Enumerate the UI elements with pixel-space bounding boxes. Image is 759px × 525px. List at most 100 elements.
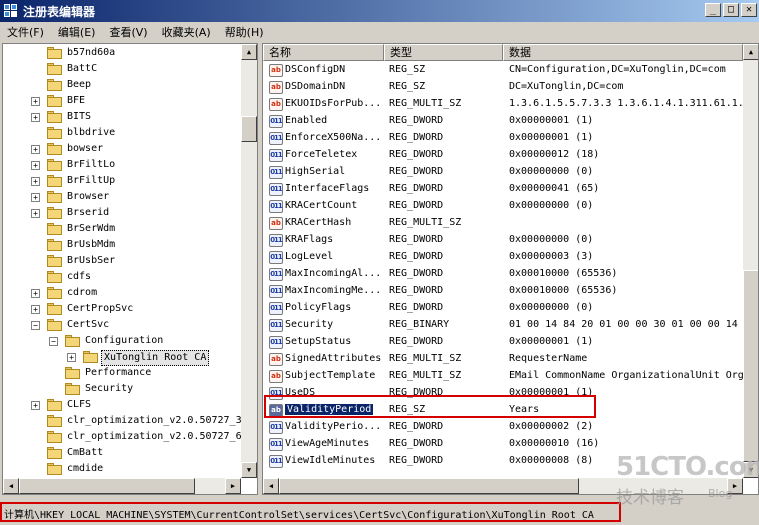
tree-scroll-down-button[interactable]: ▼	[241, 462, 257, 478]
value-row[interactable]: ab ValidityPeriod REG_SZ Years	[263, 402, 743, 419]
tree-horizontal-scrollbar[interactable]: ◀ ▶	[3, 478, 241, 494]
value-row[interactable]: 011 ViewAgeMinutes REG_DWORD 0x00000010 (16…	[263, 436, 743, 453]
tree-node[interactable]: BrSerWdm	[3, 221, 241, 237]
values-vertical-scrollbar[interactable]: ▲ ▼	[743, 44, 758, 478]
expand-icon[interactable]: +	[31, 209, 40, 218]
tree-node[interactable]: + Brserid	[3, 205, 241, 221]
value-row[interactable]: 011 KRACertCount REG_DWORD 0x00000000 (0)	[263, 198, 743, 215]
value-row[interactable]: 011 ValidityPerio... REG_DWORD 0x00000002 (…	[263, 419, 743, 436]
value-row[interactable]: ab DSConfigDN REG_SZ CN=Configuration,DC=Xu…	[263, 62, 743, 79]
tree-node[interactable]: BrUsbMdm	[3, 237, 241, 253]
maximize-button[interactable]: □	[723, 3, 739, 17]
tree-scroll-right-button[interactable]: ▶	[225, 478, 241, 494]
value-row[interactable]: 011 KRAFlags REG_DWORD 0x00000000 (0)	[263, 232, 743, 249]
expand-icon[interactable]: +	[31, 401, 40, 410]
value-row[interactable]: 011 UseDS REG_DWORD 0x00000001 (1)	[263, 385, 743, 402]
tree-node[interactable]: Performance	[3, 365, 241, 381]
value-row[interactable]: 011 MaxIncomingAl... REG_DWORD 0x00010000 (…	[263, 266, 743, 283]
collapse-icon[interactable]: −	[49, 337, 58, 346]
expand-icon[interactable]: +	[31, 145, 40, 154]
tree-vertical-scrollbar[interactable]: ▲ ▼	[241, 44, 257, 478]
tree-node[interactable]: + XuTonglin Root CA	[3, 349, 241, 366]
minimize-button[interactable]: _	[705, 3, 721, 17]
tree-node[interactable]: + CLFS	[3, 397, 241, 413]
tree-node[interactable]: blbdrive	[3, 125, 241, 141]
binary-value-icon: 011	[269, 200, 283, 213]
value-row[interactable]: 011 HighSerial REG_DWORD 0x00000000 (0)	[263, 164, 743, 181]
value-row[interactable]: ab EKUOIDsForPub... REG_MULTI_SZ 1.3.6.1.5.…	[263, 96, 743, 113]
registry-tree-pane[interactable]: b57nd60a BattC Beep + BFE + BITS blbdrive + bowse…	[2, 43, 258, 495]
tree-node[interactable]: + BITS	[3, 109, 241, 125]
value-row[interactable]: ab SignedAttributes REG_MULTI_SZ RequesterN…	[263, 351, 743, 368]
tree-hscroll-thumb[interactable]	[19, 478, 195, 494]
expand-icon[interactable]: +	[31, 177, 40, 186]
menu-favorites[interactable]: 收藏夹(A)	[155, 24, 218, 40]
expand-icon[interactable]: +	[31, 289, 40, 298]
column-header-type[interactable]: 类型	[384, 44, 503, 61]
value-row[interactable]: 011 Enabled REG_DWORD 0x00000001 (1)	[263, 113, 743, 130]
value-name-cell: UseDS	[285, 385, 385, 402]
tree-scroll-thumb[interactable]	[241, 116, 257, 142]
value-row[interactable]: ab SubjectTemplate REG_MULTI_SZ EMail Commo…	[263, 368, 743, 385]
value-row[interactable]: 011 SetupStatus REG_DWORD 0x00000001 (1)	[263, 334, 743, 351]
tree-node[interactable]: Beep	[3, 77, 241, 93]
tree-node[interactable]: + Browser	[3, 189, 241, 205]
value-row[interactable]: 011 ForceTeletex REG_DWORD 0x00000012 (18)	[263, 147, 743, 164]
column-header-data[interactable]: 数据	[503, 44, 743, 61]
expand-icon[interactable]: +	[31, 193, 40, 202]
tree-node[interactable]: BattC	[3, 61, 241, 77]
close-button[interactable]: ✕	[741, 3, 757, 17]
folder-icon	[47, 63, 63, 75]
tree-node[interactable]: + BFE	[3, 93, 241, 109]
value-row[interactable]: 011 MaxIncomingMe... REG_DWORD 0x00010000 (…	[263, 283, 743, 300]
value-data: EMail CommonName OrganizationalUnit Org.…	[509, 370, 743, 381]
values-scroll-left-button[interactable]: ◀	[263, 478, 279, 494]
value-row[interactable]: ab KRACertHash REG_MULTI_SZ	[263, 215, 743, 232]
menu-edit[interactable]: 编辑(E)	[51, 24, 103, 40]
menu-view[interactable]: 查看(V)	[102, 24, 154, 40]
tree-node[interactable]: + BrFiltUp	[3, 173, 241, 189]
string-value-icon: ab	[269, 81, 283, 94]
expand-icon[interactable]: +	[31, 113, 40, 122]
expand-icon[interactable]: +	[31, 161, 40, 170]
expand-icon[interactable]: +	[31, 97, 40, 106]
value-row[interactable]: 011 EnforceX500Na... REG_DWORD 0x00000001 (…	[263, 130, 743, 147]
tree-node[interactable]: b57nd60a	[3, 45, 241, 61]
folder-icon	[47, 223, 63, 235]
value-row[interactable]: 011 PolicyFlags REG_DWORD 0x00000000 (0)	[263, 300, 743, 317]
tree-node[interactable]: − Configuration	[3, 333, 241, 349]
tree-node[interactable]: cmdide	[3, 461, 241, 477]
tree-node[interactable]: + bowser	[3, 141, 241, 157]
value-name: ValidityPeriod	[285, 404, 374, 415]
tree-node[interactable]: cdfs	[3, 269, 241, 285]
tree-node[interactable]: − CertSvc	[3, 317, 241, 333]
tree-node[interactable]: CmBatt	[3, 445, 241, 461]
expand-icon[interactable]: +	[31, 305, 40, 314]
value-name-cell: HighSerial	[285, 164, 385, 181]
collapse-icon[interactable]: −	[31, 321, 40, 330]
menu-file[interactable]: 文件(F)	[0, 24, 51, 40]
registry-values-pane[interactable]: 名称 类型 数据 ab DSConfigDN REG_SZ CN=Configurat…	[262, 43, 759, 495]
tree-node[interactable]: + CertPropSvc	[3, 301, 241, 317]
value-row[interactable]: 011 LogLevel REG_DWORD 0x00000003 (3)	[263, 249, 743, 266]
tree-node[interactable]: Security	[3, 381, 241, 397]
values-scroll-thumb[interactable]	[743, 270, 758, 462]
menu-help[interactable]: 帮助(H)	[218, 24, 271, 40]
values-hscroll-thumb[interactable]	[279, 478, 579, 494]
tree-node[interactable]: BrUsbSer	[3, 253, 241, 269]
expand-icon[interactable]: +	[67, 353, 76, 362]
tree-node[interactable]: clr_optimization_v2.0.50727_6	[3, 429, 242, 445]
value-row[interactable]: ab DSDomainDN REG_SZ DC=XuTonglin,DC=com	[263, 79, 743, 96]
value-row[interactable]: 011 InterfaceFlags REG_DWORD 0x00000041 (65…	[263, 181, 743, 198]
values-scroll-up-button[interactable]: ▲	[743, 44, 758, 60]
tree-node[interactable]: clr_optimization_v2.0.50727_3	[3, 413, 242, 429]
tree-scroll-up-button[interactable]: ▲	[241, 44, 257, 60]
value-name-cell: ValidityPeriod	[285, 402, 385, 419]
tree-node[interactable]: + cdrom	[3, 285, 241, 301]
column-header-name[interactable]: 名称	[263, 44, 384, 61]
tree-scroll-left-button[interactable]: ◀	[3, 478, 19, 494]
folder-icon	[47, 143, 63, 155]
tree-node[interactable]: + BrFiltLo	[3, 157, 241, 173]
value-row[interactable]: 011 Security REG_BINARY 01 00 14 84 20 01 0…	[263, 317, 743, 334]
value-type: REG_DWORD	[389, 166, 444, 177]
